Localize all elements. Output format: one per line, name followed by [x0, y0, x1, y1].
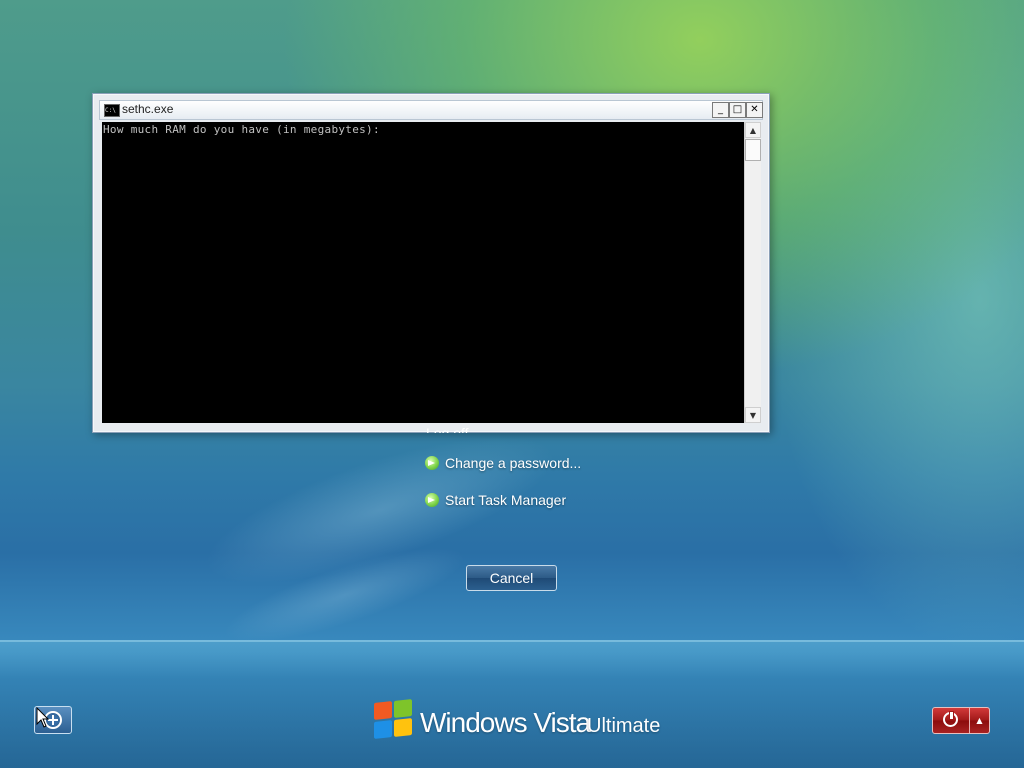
- console-title: sethc.exe: [122, 102, 174, 116]
- scroll-up-arrow-icon[interactable]: ▲: [745, 122, 761, 138]
- product-name: Windows Vista: [420, 707, 591, 738]
- console-output-area[interactable]: How much RAM do you have (in megabytes):: [102, 122, 744, 423]
- power-options-group: ▲: [932, 707, 990, 734]
- product-edition: Ultimate: [587, 715, 661, 737]
- option-log-off-partial[interactable]: Log off: [426, 425, 486, 433]
- power-menu-arrow-icon[interactable]: ▲: [970, 708, 989, 733]
- green-arrow-icon: [425, 493, 439, 507]
- maximize-button[interactable]: □: [729, 102, 746, 118]
- option-change-password[interactable]: Change a password...: [425, 453, 581, 473]
- scroll-down-arrow-icon[interactable]: ▼: [745, 407, 761, 423]
- scroll-thumb[interactable]: [745, 139, 761, 161]
- option-start-task-manager[interactable]: Start Task Manager: [425, 490, 566, 510]
- mouse-cursor-icon: [36, 707, 50, 728]
- windows-logo-icon: [372, 699, 414, 740]
- green-arrow-icon: [425, 456, 439, 470]
- console-titlebar[interactable]: C:\ sethc.exe _ □ ✕: [99, 100, 763, 120]
- close-button[interactable]: ✕: [746, 102, 763, 118]
- power-icon: [943, 711, 958, 727]
- shut-down-button[interactable]: [933, 708, 970, 733]
- option-label: Change a password...: [445, 455, 582, 471]
- console-window: C:\ sethc.exe _ □ ✕ How much RAM do you …: [92, 93, 770, 433]
- minimize-button[interactable]: _: [712, 102, 729, 118]
- console-output-text: How much RAM do you have (in megabytes):: [103, 123, 380, 136]
- console-scrollbar[interactable]: ▲ ▼: [744, 122, 761, 423]
- bottom-band: [0, 640, 1024, 768]
- console-icon: C:\: [104, 104, 120, 117]
- cancel-button[interactable]: Cancel: [466, 565, 557, 591]
- option-label: Start Task Manager: [445, 492, 567, 508]
